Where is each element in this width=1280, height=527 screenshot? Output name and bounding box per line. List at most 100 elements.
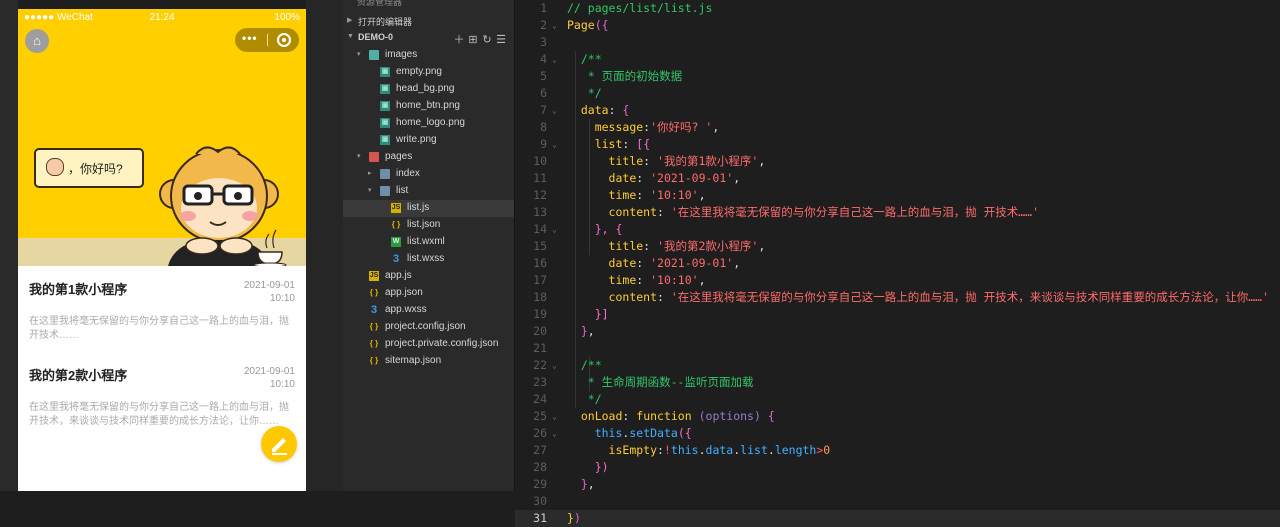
code-line[interactable]: 18 content: '在这里我将毫无保留的与你分享自己这一路上的血与泪，抛 … bbox=[515, 289, 1280, 306]
target-icon[interactable] bbox=[277, 33, 291, 47]
code-line[interactable]: 13 content: '在这里我将毫无保留的与你分享自己这一路上的血与泪，抛 … bbox=[515, 204, 1280, 221]
code-line[interactable]: 9 ⌄ list: [{ bbox=[515, 136, 1280, 153]
folder-red-file-icon bbox=[369, 152, 379, 162]
fold-chevron-icon[interactable]: ⌄ bbox=[552, 17, 557, 34]
collapse-icon[interactable]: ☰ bbox=[494, 33, 508, 46]
code-line[interactable]: 10 title: '我的第1款小程序', bbox=[515, 153, 1280, 170]
code-line[interactable]: 5 * 页面的初始数据 bbox=[515, 68, 1280, 85]
file-tree-item[interactable]: JS app.js bbox=[343, 268, 514, 285]
file-explorer: 资源管理器 ▶ 打开的编辑器 ▼ DEMO-0 ＋ ⊞ ↻ ☰ ▾ images ▣ emp… bbox=[343, 0, 514, 491]
line-number: 14 bbox=[533, 222, 547, 236]
code-text: // pages/list/list.js bbox=[567, 1, 713, 15]
explorer-title: 资源管理器 bbox=[357, 0, 403, 7]
file-tree-item[interactable]: ▸ index bbox=[343, 166, 514, 183]
file-tree-item-label: images bbox=[385, 49, 418, 60]
fold-chevron-icon[interactable]: ⌄ bbox=[552, 357, 557, 374]
file-tree-item[interactable]: ▾ images bbox=[343, 47, 514, 64]
code-line[interactable]: 28 }) bbox=[515, 459, 1280, 476]
file-tree-item-label: list bbox=[396, 185, 409, 196]
file-tree-item[interactable]: JS list.js bbox=[343, 200, 514, 217]
line-number: 30 bbox=[533, 494, 547, 508]
chevron-right-icon[interactable]: ▸ bbox=[368, 169, 372, 177]
json-file-icon: { } bbox=[369, 322, 379, 331]
code-line[interactable]: 26 ⌄ this.setData({ bbox=[515, 425, 1280, 442]
fold-chevron-icon[interactable]: ⌄ bbox=[552, 408, 557, 425]
code-line[interactable]: 11 date: '2021-09-01', bbox=[515, 170, 1280, 187]
file-tree-item[interactable]: 3 list.wxss bbox=[343, 251, 514, 268]
code-text: title: '我的第2款小程序', bbox=[608, 239, 766, 253]
fold-chevron-icon[interactable]: ⌄ bbox=[552, 136, 557, 153]
file-tree-item[interactable]: { } app.json bbox=[343, 285, 514, 302]
code-line[interactable]: 21 bbox=[515, 340, 1280, 357]
file-tree-item-label: list.json bbox=[407, 219, 441, 230]
chevron-down-icon[interactable]: ▾ bbox=[357, 152, 361, 160]
code-line[interactable]: 23 * 生命周期函数--监听页面加载 bbox=[515, 374, 1280, 391]
new-file-icon[interactable]: ＋ bbox=[452, 31, 466, 47]
file-tree-item[interactable]: ▾ pages bbox=[343, 149, 514, 166]
code-line[interactable]: 29 }, bbox=[515, 476, 1280, 493]
line-number: 27 bbox=[533, 443, 547, 457]
file-tree-item[interactable]: ▣ home_btn.png bbox=[343, 98, 514, 115]
file-tree-item-label: empty.png bbox=[396, 66, 442, 77]
code-line[interactable]: 14 ⌄ }, { bbox=[515, 221, 1280, 238]
code-line[interactable]: 25 ⌄ onLoad: function (options) { bbox=[515, 408, 1280, 425]
code-line[interactable]: 3 bbox=[515, 34, 1280, 51]
code-line[interactable]: 17 time: '10:10', bbox=[515, 272, 1280, 289]
file-tree-item[interactable]: ▣ write.png bbox=[343, 132, 514, 149]
write-button[interactable] bbox=[261, 426, 297, 462]
chevron-down-icon[interactable]: ▾ bbox=[357, 50, 361, 58]
file-tree-item[interactable]: { } sitemap.json bbox=[343, 353, 514, 370]
file-tree-item[interactable]: { } project.private.config.json bbox=[343, 336, 514, 353]
file-tree-item[interactable]: ▣ empty.png bbox=[343, 64, 514, 81]
capsule-menu: ••• bbox=[235, 28, 299, 52]
img-file-icon: ▣ bbox=[380, 101, 390, 111]
file-tree-item[interactable]: { } list.json bbox=[343, 217, 514, 234]
fold-chevron-icon[interactable]: ⌄ bbox=[552, 221, 557, 238]
file-tree-item[interactable]: Wlist.wxml bbox=[343, 234, 514, 251]
file-tree-item-label: project.private.config.json bbox=[385, 338, 499, 349]
line-number: 17 bbox=[533, 273, 547, 287]
file-tree-item[interactable]: ▣ head_bg.png bbox=[343, 81, 514, 98]
new-folder-icon[interactable]: ⊞ bbox=[466, 33, 480, 46]
project-section[interactable]: ▼ DEMO-0 ＋ ⊞ ↻ ☰ bbox=[343, 30, 514, 46]
code-line[interactable]: 2 ⌄ Page({ bbox=[515, 17, 1280, 34]
code-line[interactable]: 16 date: '2021-09-01', bbox=[515, 255, 1280, 272]
code-line[interactable]: 7 ⌄ data: { bbox=[515, 102, 1280, 119]
file-tree-item[interactable]: ▾ list bbox=[343, 183, 514, 200]
file-tree-item[interactable]: ▣ home_logo.png bbox=[343, 115, 514, 132]
home-button[interactable]: ⌂ bbox=[25, 29, 49, 53]
refresh-icon[interactable]: ↻ bbox=[480, 33, 494, 46]
code-line[interactable]: 24 */ bbox=[515, 391, 1280, 408]
code-line[interactable]: 15 title: '我的第2款小程序', bbox=[515, 238, 1280, 255]
json-file-icon: { } bbox=[369, 288, 379, 297]
code-line[interactable]: 4 ⌄ /** bbox=[515, 51, 1280, 68]
list-item[interactable]: 我的第1款小程序 2021-09-01 10:10 在这里我将毫无保留的与你分享自… bbox=[18, 279, 306, 359]
code-text: time: '10:10', bbox=[608, 273, 706, 287]
code-line[interactable]: 6 */ bbox=[515, 85, 1280, 102]
code-line[interactable]: 31}) bbox=[515, 510, 1280, 527]
line-number: 10 bbox=[533, 154, 547, 168]
more-dots-icon[interactable]: ••• bbox=[242, 31, 258, 45]
open-editors-section[interactable]: ▶ 打开的编辑器 bbox=[343, 13, 514, 29]
line-number: 6 bbox=[540, 86, 547, 100]
card-date: 2021-09-01 10:10 bbox=[244, 279, 295, 305]
code-line[interactable]: 1 // pages/list/list.js bbox=[515, 0, 1280, 17]
chevron-down-icon[interactable]: ▾ bbox=[368, 186, 372, 194]
file-tree-item-label: head_bg.png bbox=[396, 83, 455, 94]
code-line[interactable]: 8 message:'你好吗? ', bbox=[515, 119, 1280, 136]
fold-chevron-icon[interactable]: ⌄ bbox=[552, 102, 557, 119]
code-line[interactable]: 19 }] bbox=[515, 306, 1280, 323]
code-editor[interactable]: 1 // pages/list/list.js 2 ⌄ Page({3 4 ⌄ /** 5 *… bbox=[515, 0, 1280, 527]
fold-chevron-icon[interactable]: ⌄ bbox=[552, 51, 557, 68]
code-line[interactable]: 20 }, bbox=[515, 323, 1280, 340]
json-file-icon: { } bbox=[369, 339, 379, 348]
code-line[interactable]: 12 time: '10:10', bbox=[515, 187, 1280, 204]
code-line[interactable]: 22 ⌄ /** bbox=[515, 357, 1280, 374]
code-line[interactable]: 27 isEmpty:!this.data.list.length>0 bbox=[515, 442, 1280, 459]
chevron-down-icon: ▼ bbox=[347, 33, 354, 40]
code-text: this.setData({ bbox=[594, 426, 692, 440]
file-tree-item[interactable]: { } project.config.json bbox=[343, 319, 514, 336]
file-tree-item[interactable]: 3 app.wxss bbox=[343, 302, 514, 319]
fold-chevron-icon[interactable]: ⌄ bbox=[552, 425, 557, 442]
code-line[interactable]: 30 bbox=[515, 493, 1280, 510]
